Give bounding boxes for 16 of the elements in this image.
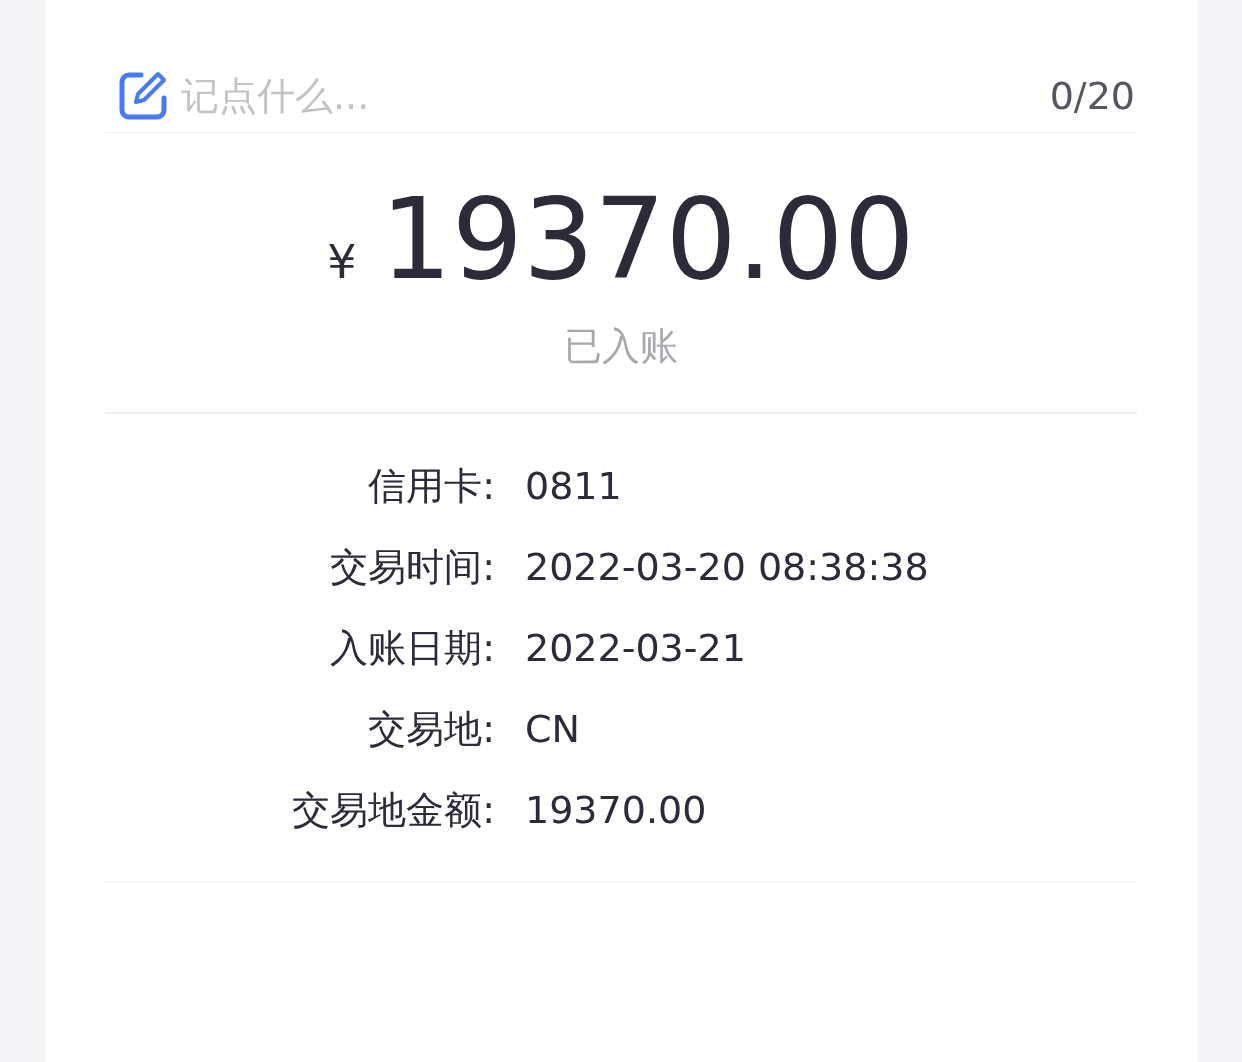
detail-value: 19370.00 xyxy=(525,787,708,834)
detail-value: CN xyxy=(525,706,581,753)
detail-label: 交易时间: xyxy=(329,544,495,591)
char-counter: 0/20 xyxy=(1049,74,1135,118)
detail-value: 0811 xyxy=(525,463,623,510)
detail-label: 信用卡: xyxy=(367,463,495,510)
status-text: 已入账 xyxy=(564,323,678,370)
detail-label: 交易地: xyxy=(367,706,495,753)
detail-value: 2022-03-20 08:38:38 xyxy=(525,544,930,591)
detail-value: 2022-03-21 xyxy=(525,625,747,672)
detail-label: 入账日期: xyxy=(329,625,495,672)
detail-label: 交易地金额: xyxy=(291,787,495,834)
amount: 19370.00 xyxy=(380,183,915,295)
currency-symbol: ¥ xyxy=(327,235,357,289)
edit-icon xyxy=(117,70,169,122)
note-field[interactable]: 记点什么... xyxy=(179,73,1040,119)
